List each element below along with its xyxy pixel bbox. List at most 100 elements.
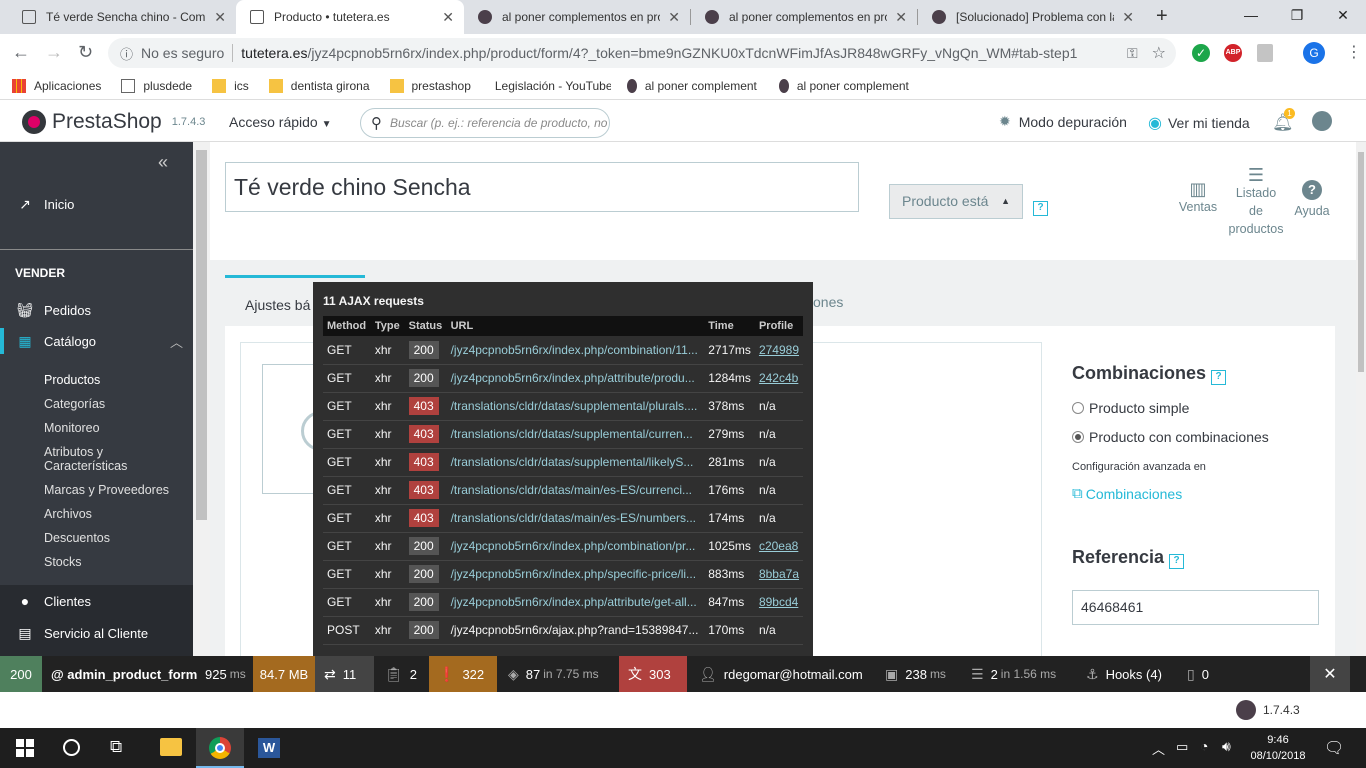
new-tab-button[interactable]: + (1156, 5, 1168, 28)
request-url[interactable]: /translations/cldr/datas/supplemental/li… (446, 448, 705, 477)
request-url[interactable]: /jyz4pcpnob5rn6rx/index.php/combination/… (446, 336, 705, 365)
volume-icon[interactable]: 🔊︎ (1222, 738, 1231, 755)
maximize-icon[interactable]: ❐ (1274, 0, 1320, 30)
wifi-icon[interactable]: ◔ (1200, 738, 1208, 754)
sidebar-item-catalog[interactable]: ▦ Catálogo ︿ (0, 328, 193, 354)
request-url[interactable]: /jyz4pcpnob5rn6rx/index.php/combination/… (446, 532, 705, 561)
request-time[interactable]: 925 ms (196, 656, 255, 692)
close-tab-icon[interactable]: ✕ (895, 9, 907, 26)
key-icon[interactable]: ⚿ (1127, 45, 1138, 62)
request-url[interactable]: /jyz4pcpnob5rn6rx/index.php/attribute/ge… (446, 588, 705, 617)
word-icon[interactable]: W (258, 738, 280, 758)
close-window-icon[interactable]: ✕ (1320, 0, 1366, 30)
request-url[interactable]: /jyz4pcpnob5rn6rx/index.php/specific-pri… (446, 560, 705, 589)
reference-input[interactable]: 46468461 (1072, 590, 1319, 625)
sidebar-sub-brands[interactable]: Marcas y Proveedores (44, 483, 169, 497)
hooks-toolbar-item[interactable]: ⚓ Hooks (4) (1077, 656, 1171, 692)
info-icon[interactable]: ⓘ (120, 44, 133, 63)
bookmark-dentista[interactable]: dentista girona (268, 78, 370, 93)
request-url[interactable]: /jyz4pcpnob5rn6rx/index.php/attribute/pr… (446, 364, 705, 393)
sidebar-sub-discounts[interactable]: Descuentos (44, 531, 110, 545)
notifications-icon[interactable]: 🗨︎ (1324, 738, 1344, 758)
product-status-select[interactable]: Producto está ▲ (889, 184, 1023, 219)
sidebar-item-home[interactable]: ↗ Inicio (0, 194, 193, 214)
request-profile-link[interactable]: c20ea8 (754, 532, 803, 561)
combinations-link[interactable]: ⧉ Combinaciones (1072, 485, 1182, 502)
star-icon[interactable]: ☆ (1152, 43, 1166, 63)
address-bar[interactable]: ⓘ No es seguro tutetera.es/jyz4pcpnob5rn… (108, 38, 1176, 68)
scrollbar-thumb[interactable] (196, 150, 207, 520)
profile-avatar[interactable]: G (1303, 42, 1325, 64)
browser-tab-5[interactable]: [Solucionado] Problema con la ✕ (918, 0, 1144, 34)
sidebar-sub-files[interactable]: Archivos (44, 507, 92, 521)
bookmark-plusdede[interactable]: plusdede (121, 78, 192, 93)
browser-tab-3[interactable]: al poner complementos en pro ✕ (464, 0, 690, 34)
bookmark-youtube[interactable]: Legislación - YouTube (487, 79, 611, 93)
database-toolbar-item[interactable]: ☰ 2 in 1.56 ms (962, 656, 1065, 692)
sidebar-sub-stocks[interactable]: Stocks (44, 555, 82, 569)
chrome-taskbar-button[interactable] (196, 728, 244, 768)
translations-toolbar-item[interactable]: 文 303 (619, 656, 687, 692)
sidebar-sub-categories[interactable]: Categorías (44, 397, 105, 411)
twig-toolbar-item[interactable]: ▣ 238 ms (876, 656, 955, 692)
sidebar-sub-products[interactable]: Productos (44, 373, 100, 387)
request-url[interactable]: /translations/cldr/datas/main/es-ES/curr… (446, 476, 705, 505)
close-tab-icon[interactable]: ✕ (442, 9, 454, 26)
sidebar-item-customers[interactable]: ● Clientes (0, 591, 193, 611)
task-view-icon[interactable]: ⧉ (110, 737, 122, 757)
close-toolbar-button[interactable]: ✕ (1310, 656, 1350, 692)
close-tab-icon[interactable]: ✕ (668, 9, 680, 26)
product-list-button[interactable]: ☰ Listado de productos (1224, 166, 1288, 238)
clock[interactable]: 9:46 08/10/2018 (1250, 732, 1306, 764)
request-profile-link[interactable]: 89bcd4 (754, 588, 803, 617)
minimize-icon[interactable]: — (1228, 0, 1274, 30)
request-url[interactable]: /translations/cldr/datas/supplemental/cu… (446, 420, 705, 449)
combinations-help-icon[interactable]: ? (1211, 370, 1227, 385)
prestashop-icon[interactable] (1236, 700, 1256, 720)
user-toolbar-item[interactable]: 👤︎ rdegomar@hotmail.com (690, 656, 872, 692)
bookmark-ics[interactable]: ics (212, 78, 249, 93)
request-profile-link[interactable]: 8bba7a (754, 560, 803, 589)
route-name[interactable]: @ admin_product_form (42, 656, 206, 692)
ajax-toolbar-item[interactable]: ⇄ 11 (315, 656, 374, 692)
sidebar-item-orders[interactable]: 🧺︎ Pedidos (0, 300, 193, 320)
collapse-sidebar-icon[interactable]: « (158, 152, 168, 173)
check-extension-icon[interactable]: ✓ (1192, 44, 1210, 62)
tray-chevron-icon[interactable]: ︿ (1152, 739, 1165, 758)
bookmark-complement-2[interactable]: al poner complement (778, 78, 909, 93)
status-code-badge[interactable]: 200 (0, 656, 42, 692)
debug-mode-link[interactable]: ✹ Modo depuración (999, 113, 1127, 130)
memory-usage[interactable]: 84.7 MB (253, 656, 315, 692)
adblock-icon[interactable]: ABP (1224, 44, 1242, 62)
menu-dots-icon[interactable]: ⋮ (1346, 42, 1362, 62)
request-profile-link[interactable]: 242c4b (754, 364, 803, 393)
reference-help-icon[interactable]: ? (1169, 554, 1185, 569)
status-help-icon[interactable]: ? (1033, 198, 1048, 216)
file-explorer-icon[interactable] (160, 738, 182, 756)
bookmark-apps[interactable]: Aplicaciones (12, 78, 101, 93)
cache-toolbar-item[interactable]: ◈ 87 in 7.75 ms (499, 656, 608, 692)
bookmark-complement-1[interactable]: al poner complement (626, 78, 757, 93)
user-avatar-icon[interactable] (1312, 111, 1332, 131)
close-tab-icon[interactable]: ✕ (214, 9, 226, 26)
quick-access-dropdown[interactable]: Acceso rápido ▼ (229, 114, 332, 130)
modules-toolbar-item[interactable]: ▯ 0 (1178, 656, 1218, 692)
prestashop-logo[interactable]: PrestaShop 1.7.4.3 (22, 110, 205, 134)
radio-simple-product[interactable]: Producto simple (1072, 400, 1189, 416)
reload-icon[interactable]: ↻ (78, 42, 93, 63)
search-input[interactable]: ⚲ Buscar (p. ej.: referencia de producto… (360, 108, 610, 138)
search-icon[interactable] (63, 739, 80, 756)
content-scrollbar[interactable] (193, 142, 210, 656)
forms-toolbar-item[interactable]: 📋︎ 2 (376, 656, 426, 692)
tab-options[interactable]: ones (813, 294, 843, 310)
view-store-link[interactable]: ◉ Ver mi tienda (1148, 113, 1250, 133)
back-icon[interactable]: ← (12, 42, 30, 63)
bookmark-prestashop[interactable]: prestashop (389, 78, 471, 93)
sales-button[interactable]: ▥ Ventas (1176, 180, 1220, 216)
page-scrollbar[interactable] (1356, 142, 1366, 656)
logs-toolbar-item[interactable]: ❗ 322 (429, 656, 497, 692)
request-url[interactable]: /translations/cldr/datas/main/es-ES/numb… (446, 504, 705, 533)
scrollbar-thumb[interactable] (1358, 152, 1364, 372)
windows-start-icon[interactable] (16, 739, 34, 757)
request-url[interactable]: /translations/cldr/datas/supplemental/pl… (446, 392, 705, 421)
